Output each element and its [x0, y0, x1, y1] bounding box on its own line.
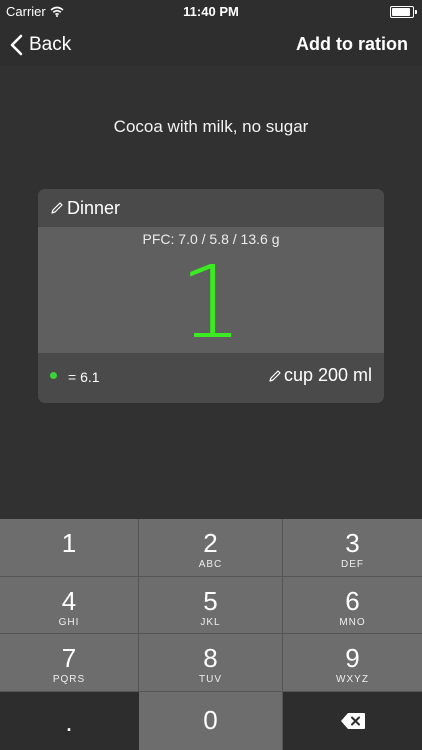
key-letters: GHI	[58, 617, 80, 628]
pencil-icon	[51, 202, 63, 214]
key-6[interactable]: 6 MNO	[283, 577, 422, 634]
key-digit: 8	[203, 643, 218, 673]
backspace-icon	[340, 713, 365, 729]
add-to-ration-button[interactable]: Add to ration	[296, 34, 408, 55]
status-time: 11:40 PM	[183, 4, 239, 19]
key-digit: 3	[345, 528, 360, 558]
quantity-display: PFC: 7.0 / 5.8 / 13.6 g 1	[38, 227, 384, 353]
key-letters: PQRS	[52, 674, 86, 685]
key-9[interactable]: 9 WXYZ	[283, 634, 422, 692]
status-bar: Carrier 11:40 PM	[0, 0, 422, 24]
navigation-bar: Back Add to ration	[0, 24, 422, 66]
key-5[interactable]: 5 JKL	[139, 577, 283, 634]
food-title: Cocoa with milk, no sugar	[113, 117, 309, 136]
meal-label: Dinner	[67, 197, 121, 218]
portion-label: cup 200 ml	[283, 365, 372, 385]
pencil-icon	[269, 369, 281, 382]
meal-selector[interactable]: Dinner	[38, 189, 384, 227]
key-digit: 5	[203, 586, 218, 616]
key-digit: 9	[345, 643, 360, 673]
key-4[interactable]: 4 GHI	[0, 577, 139, 634]
key-digit: 4	[61, 586, 77, 616]
key-7[interactable]: 7 PQRS	[0, 634, 139, 692]
key-letters: JKL	[200, 617, 221, 628]
key-digit: 1	[61, 528, 77, 558]
numeric-keypad: 1 2 ABC 3 DEF 4 GHI 5 JKL 6 MNO 7 PQRS 8…	[0, 519, 422, 750]
key-letters: MNO	[339, 617, 366, 628]
key-letters: WXYZ	[336, 674, 369, 685]
decimal-key[interactable]: .	[0, 692, 139, 750]
battery-fill	[392, 8, 411, 16]
back-button[interactable]: Back	[10, 30, 71, 60]
key-letters: DEF	[341, 559, 364, 570]
key-digit: 2	[203, 528, 218, 558]
portion-selector[interactable]: cup 200 ml	[268, 365, 372, 386]
key-letters: TUV	[199, 674, 222, 685]
index-value: = 6.1	[68, 369, 100, 385]
key-1[interactable]: 1	[0, 519, 139, 577]
backspace-key[interactable]	[283, 692, 422, 750]
key-digit: 0	[203, 705, 218, 735]
battery-icon	[390, 6, 417, 18]
key-letters: ABC	[198, 559, 223, 570]
key-8[interactable]: 8 TUV	[139, 634, 283, 692]
card-footer: = 6.1 cup 200 ml	[38, 353, 384, 403]
green-dot-icon	[50, 372, 57, 379]
quantity-value: 1	[179, 244, 243, 361]
key-0[interactable]: 0	[139, 692, 283, 750]
key-digit: 6	[345, 586, 360, 616]
key-3[interactable]: 3 DEF	[283, 519, 422, 577]
key-digit: 7	[61, 643, 77, 673]
chevron-left-icon	[10, 34, 23, 56]
key-digit: .	[65, 707, 73, 737]
portion-card: Dinner PFC: 7.0 / 5.8 / 13.6 g 1 = 6.1 c…	[38, 189, 384, 403]
key-2[interactable]: 2 ABC	[139, 519, 283, 577]
back-label: Back	[29, 34, 72, 55]
